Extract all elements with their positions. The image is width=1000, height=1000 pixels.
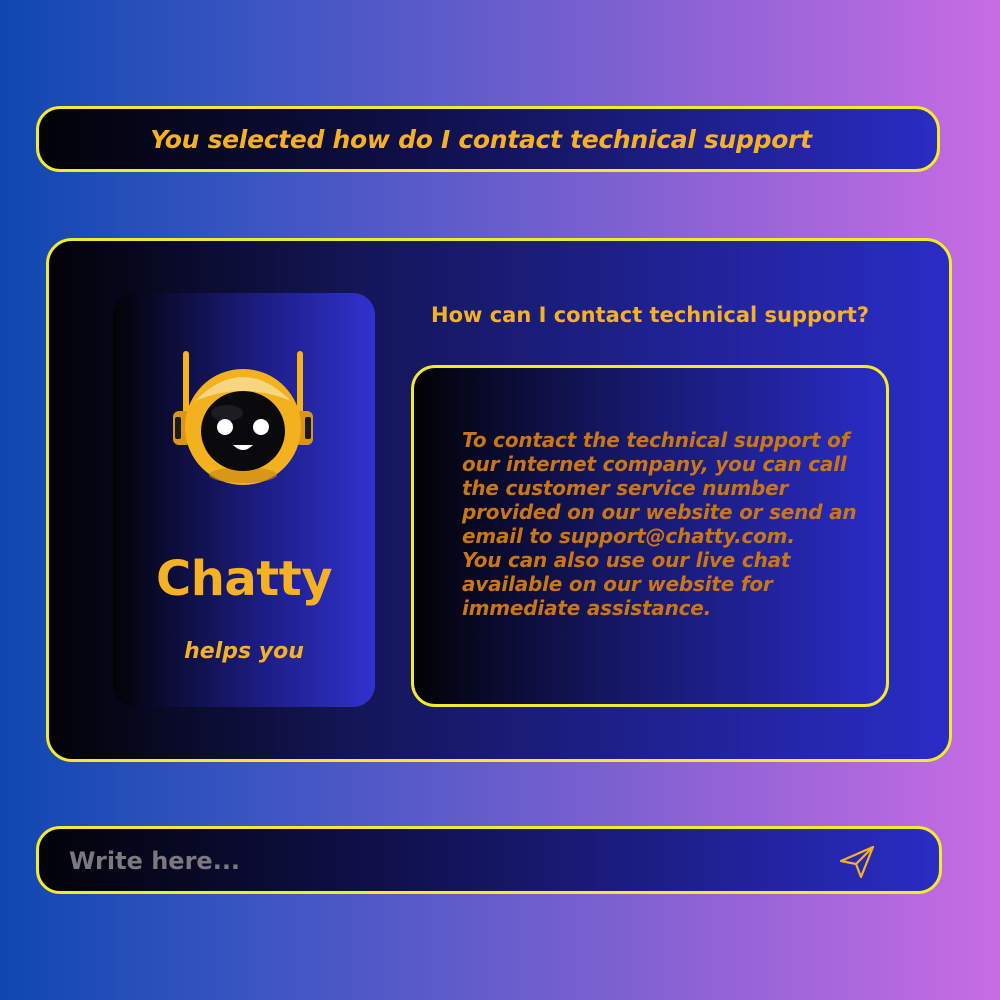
send-button[interactable] (835, 841, 879, 881)
bot-profile-panel: Chatty helps you (113, 293, 375, 707)
robot-mascot-icon (173, 351, 313, 485)
bot-name: Chatty (156, 551, 332, 607)
bot-tagline: helps you (184, 639, 304, 664)
bot-answer-bubble: To contact the technical support of our … (411, 365, 889, 707)
selection-banner: You selected how do I contact technical … (36, 106, 940, 172)
message-input[interactable] (69, 843, 789, 879)
chat-card: Chatty helps you How can I contact techn… (46, 238, 952, 762)
user-question: How can I contact technical support? (431, 303, 870, 327)
message-composer (36, 826, 942, 894)
selection-banner-text: You selected how do I contact technical … (150, 124, 812, 154)
send-icon (839, 845, 875, 879)
bot-answer-text: To contact the technical support of our … (462, 428, 857, 620)
